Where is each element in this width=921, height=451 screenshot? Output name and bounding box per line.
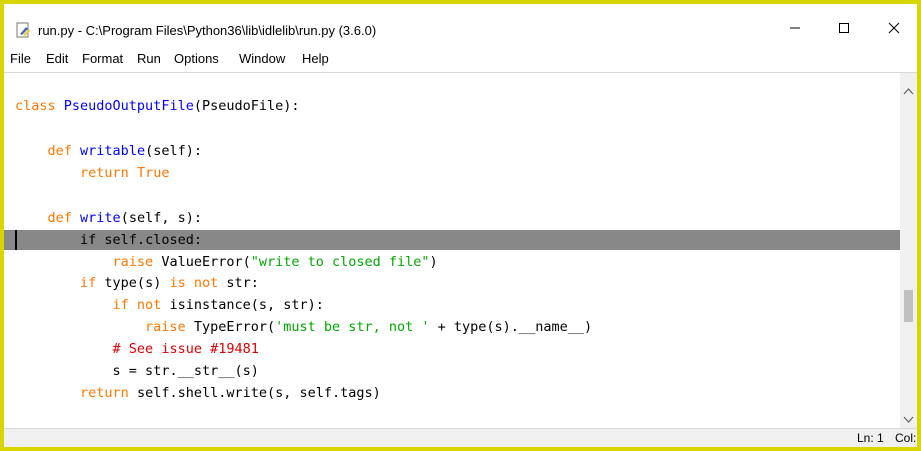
code-text: type(s): [96, 275, 170, 291]
scrollbar-thumb[interactable]: [904, 290, 913, 322]
keyword: raise: [112, 254, 154, 270]
string-literal: 'must be str, not ': [275, 319, 430, 335]
menu-options[interactable]: Options: [174, 51, 219, 66]
code-line-1: class PseudoOutputFile(PseudoFile):: [15, 96, 300, 116]
code-line-7: if type(s) is not str:: [15, 273, 259, 293]
code-text: (PseudoFile):: [193, 98, 300, 114]
keyword: return: [80, 165, 129, 181]
class-name: PseudoOutputFile: [63, 98, 194, 114]
code-line-12: return self.shell.write(s, self.tags): [15, 383, 381, 403]
code-text: self.closed:: [96, 232, 202, 248]
menu-run[interactable]: Run: [137, 51, 161, 66]
keyword: True: [136, 165, 170, 181]
status-bar: Ln: 1 Col: 0: [4, 428, 917, 447]
menu-edit[interactable]: Edit: [46, 51, 68, 66]
code-text: + type(s).__name__): [429, 319, 593, 335]
close-icon: [888, 22, 900, 34]
menu-help[interactable]: Help: [302, 51, 329, 66]
vertical-scrollbar[interactable]: [900, 73, 917, 428]
code-text: ValueError(: [153, 254, 251, 270]
code-text: ): [429, 254, 438, 270]
line-number: Ln: 1: [857, 431, 884, 445]
code-text: (self):: [145, 143, 202, 159]
code-line-5: if self.closed:: [15, 230, 202, 250]
keyword: raise: [145, 319, 186, 335]
keyword: is not: [169, 275, 219, 291]
menu-bar: File Edit Format Run Options Window Help: [4, 48, 917, 70]
function-name: writable: [80, 143, 146, 159]
minimize-icon: [790, 27, 800, 29]
keyword: def: [47, 210, 72, 226]
window-title: run.py - C:\Program Files\Python36\lib\i…: [38, 23, 377, 38]
maximize-icon: [839, 23, 849, 33]
close-button[interactable]: [871, 14, 917, 42]
function-name: write: [80, 210, 121, 226]
code-text: self.shell.write(s, self.tags): [128, 385, 381, 401]
code-line-4: def write(self, s):: [15, 208, 202, 228]
code-line-9: raise TypeError('must be str, not ' + ty…: [15, 317, 592, 337]
code-line-10: # See issue #19481: [15, 339, 259, 359]
code-line-8: if not isinstance(s, str):: [15, 295, 324, 315]
keyword: if: [80, 232, 97, 248]
menu-file[interactable]: File: [10, 51, 31, 66]
code-text: (self, s):: [120, 210, 202, 226]
idle-editor-window: run.py - C:\Program Files\Python36\lib\i…: [4, 4, 917, 447]
comment: # See issue #19481: [112, 341, 259, 357]
scroll-up-arrow-icon[interactable]: [903, 87, 914, 95]
column-number: Col: 0: [895, 431, 917, 445]
maximize-button[interactable]: [821, 14, 867, 42]
keyword: class: [15, 98, 56, 114]
string-literal: "write to closed file": [250, 254, 430, 270]
code-line-2: def writable(self):: [15, 141, 202, 161]
scroll-down-arrow-icon[interactable]: [903, 416, 914, 424]
keyword: def: [47, 143, 72, 159]
code-text: isinstance(s, str):: [161, 297, 324, 313]
code-text: s = str.__str__(s): [112, 363, 259, 379]
code-text: str:: [218, 275, 259, 291]
code-text: TypeError(: [185, 319, 276, 335]
code-line-11: s = str.__str__(s): [15, 361, 259, 381]
python-file-icon: [16, 22, 30, 38]
menu-window[interactable]: Window: [239, 51, 285, 66]
code-line-3: return True: [15, 163, 169, 183]
keyword: return: [80, 385, 129, 401]
keyword: if not: [112, 297, 162, 313]
menu-format[interactable]: Format: [82, 51, 123, 66]
code-line-6: raise ValueError("write to closed file"): [15, 252, 438, 272]
title-bar[interactable]: run.py - C:\Program Files\Python36\lib\i…: [4, 4, 917, 44]
minimize-button[interactable]: [772, 14, 818, 42]
keyword: if: [80, 275, 97, 291]
code-editor[interactable]: class PseudoOutputFile(PseudoFile): def …: [4, 72, 917, 428]
